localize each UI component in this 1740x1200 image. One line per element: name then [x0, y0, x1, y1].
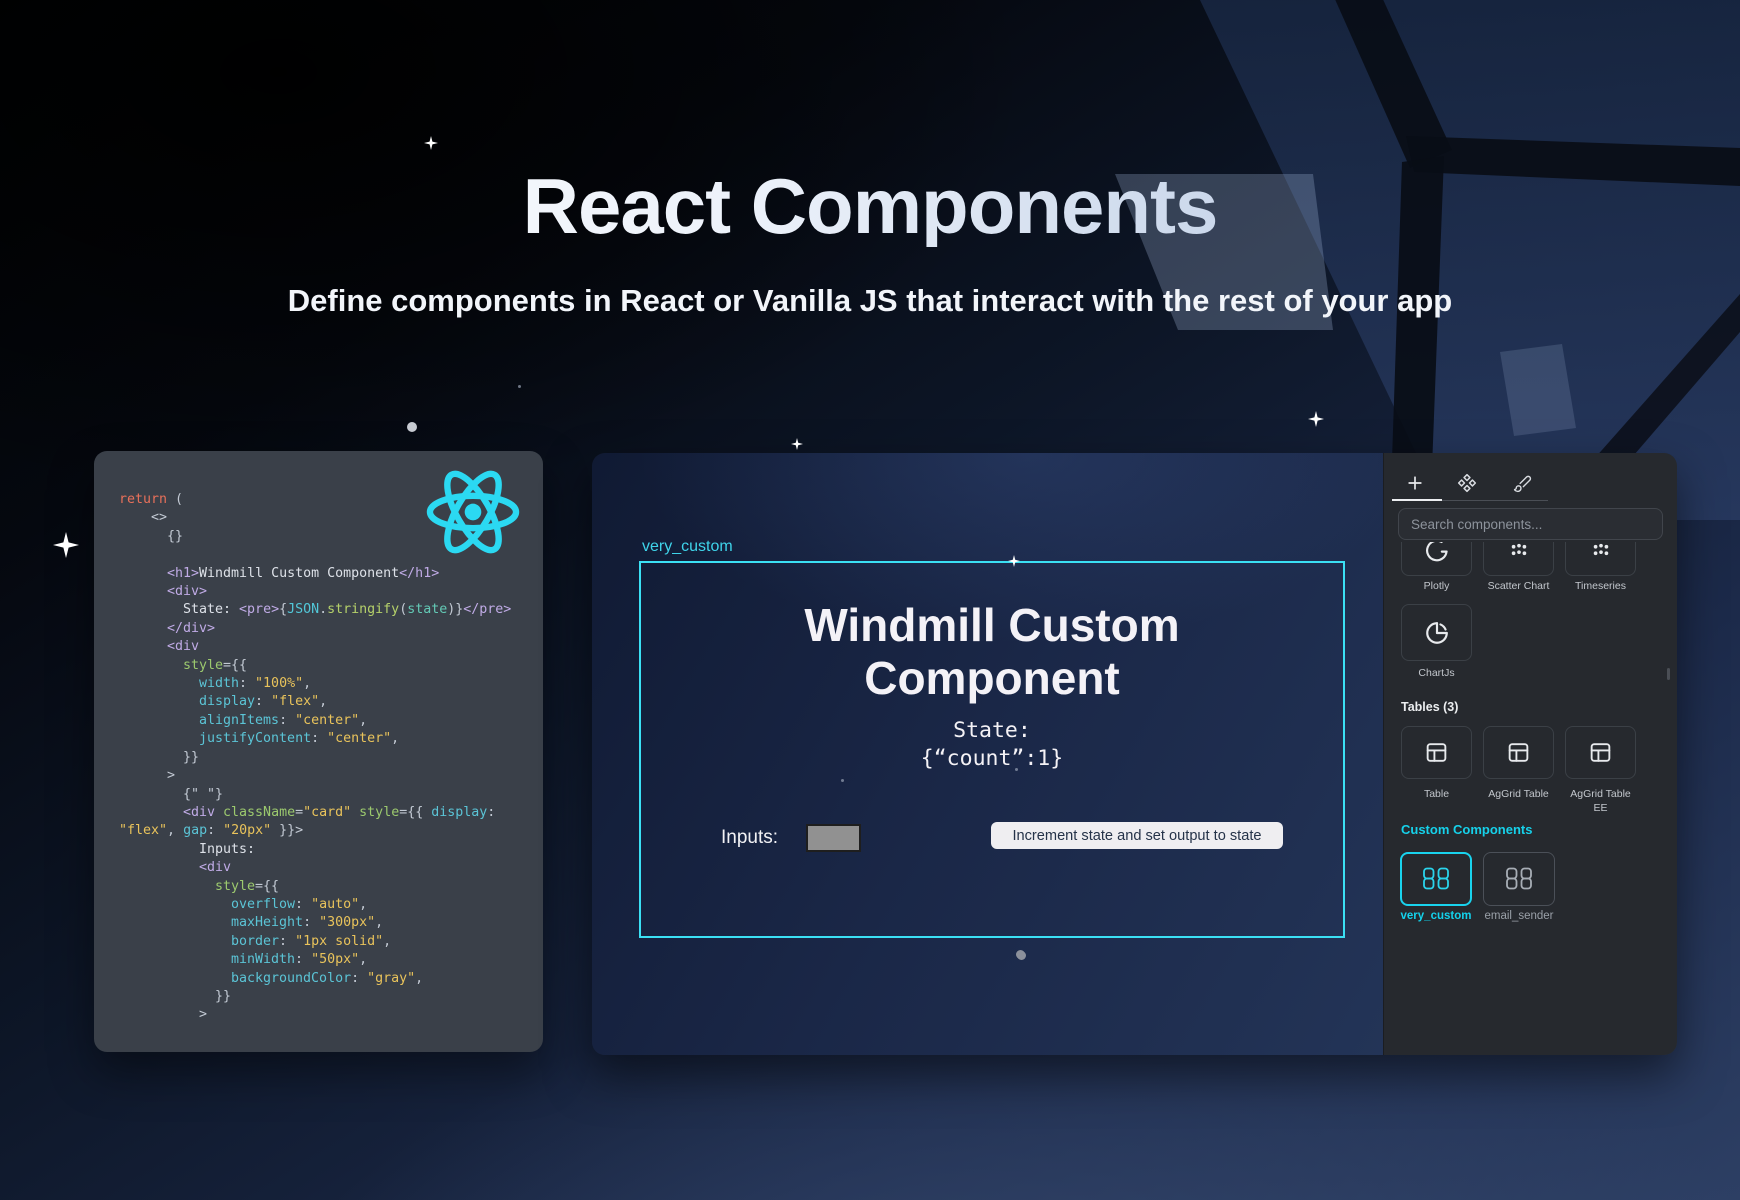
card-label: AgGrid Table EE [1565, 788, 1636, 815]
page-subtitle: Define components in React or Vanilla JS… [0, 282, 1740, 319]
component-palette: Plotly Scatter Chart Timeseries ChartJs … [1383, 453, 1677, 1055]
custom-cards-row [1400, 852, 1555, 906]
tables-section-title: Tables (3) [1401, 700, 1458, 714]
card-chartjs[interactable] [1401, 604, 1472, 661]
custom-component-icon [1504, 867, 1534, 891]
state-value: {“count”:1} [641, 745, 1343, 773]
dot-decoration [1015, 768, 1018, 771]
custom-labels-row: very_custom email_sender [1400, 910, 1555, 924]
react-logo-icon [424, 467, 522, 557]
sparkle-decoration [53, 532, 79, 558]
tables-labels-row: Table AgGrid Table AgGrid Table EE [1401, 788, 1636, 815]
tab-styles[interactable] [1510, 471, 1534, 495]
timeseries-dots-icon [1588, 542, 1614, 563]
dot-decoration [1016, 950, 1025, 959]
card-plotly[interactable] [1401, 542, 1472, 576]
dot-decoration [841, 779, 844, 782]
card-label: Plotly [1401, 580, 1472, 594]
custom-components-section-title: Custom Components [1401, 822, 1532, 837]
card-table[interactable] [1401, 726, 1472, 779]
card-aggrid-table[interactable] [1483, 726, 1554, 779]
table-icon [1506, 740, 1531, 765]
dot-decoration [407, 422, 417, 432]
page-title: React Components [0, 165, 1740, 247]
component-heading: Windmill Custom Component [742, 599, 1242, 705]
card-timeseries[interactable] [1565, 542, 1636, 576]
scatter-dots-icon [1506, 542, 1532, 563]
card-aggrid-table-ee[interactable] [1565, 726, 1636, 779]
app-canvas[interactable]: very_custom Windmill Custom Component St… [592, 453, 1383, 1055]
dot-decoration [518, 385, 521, 388]
component-id-label: very_custom [642, 537, 733, 556]
card-label: ChartJs [1401, 667, 1472, 681]
plus-icon [1405, 473, 1425, 493]
chart-cards-row-clipped [1384, 542, 1677, 582]
tab-components[interactable] [1455, 471, 1479, 495]
custom-component-frame[interactable]: Windmill Custom Component State: {“count… [639, 561, 1345, 938]
component-diamonds-icon [1457, 473, 1477, 493]
chart-cards-labels: Plotly Scatter Chart Timeseries [1401, 580, 1636, 594]
card-scatter-chart[interactable] [1483, 542, 1554, 576]
code-editor-panel: return (<>{} <h1>Windmill Custom Compone… [94, 451, 543, 1052]
card-label: Timeseries [1565, 580, 1636, 594]
code-editor[interactable]: return (<>{} <h1>Windmill Custom Compone… [119, 491, 533, 1025]
pie-chart-icon [1424, 620, 1450, 646]
sparkle-decoration [1308, 411, 1324, 427]
custom-component-icon [1421, 867, 1451, 891]
component-state: State: {“count”:1} [641, 717, 1343, 773]
card-label: very_custom [1400, 910, 1472, 924]
scrollbar-thumb[interactable] [1667, 668, 1670, 680]
active-tab-indicator [1392, 499, 1442, 501]
inputs-label: Inputs: [721, 827, 778, 849]
sparkle-decoration [791, 438, 803, 450]
table-icon [1424, 740, 1449, 765]
card-very-custom[interactable] [1400, 852, 1472, 906]
card-email-sender[interactable] [1483, 852, 1555, 906]
app-editor-window: very_custom Windmill Custom Component St… [592, 453, 1677, 1055]
table-icon [1588, 740, 1613, 765]
plotly-icon [1424, 542, 1450, 563]
inputs-placeholder-box[interactable] [806, 824, 861, 852]
increment-state-button[interactable]: Increment state and set output to state [991, 822, 1283, 849]
page: React Components Define components in Re… [0, 0, 1740, 1200]
tab-add-component[interactable] [1403, 471, 1427, 495]
card-label: AgGrid Table [1483, 788, 1554, 815]
sparkle-decoration [424, 136, 438, 150]
tables-cards-row [1401, 726, 1636, 779]
card-label: Scatter Chart [1483, 580, 1554, 594]
card-label: Table [1401, 788, 1472, 815]
state-label: State: [641, 717, 1343, 745]
search-input[interactable] [1398, 508, 1663, 540]
paintbrush-icon [1513, 474, 1532, 493]
chartjs-label-row: ChartJs [1401, 667, 1472, 681]
card-label: email_sender [1483, 910, 1555, 924]
